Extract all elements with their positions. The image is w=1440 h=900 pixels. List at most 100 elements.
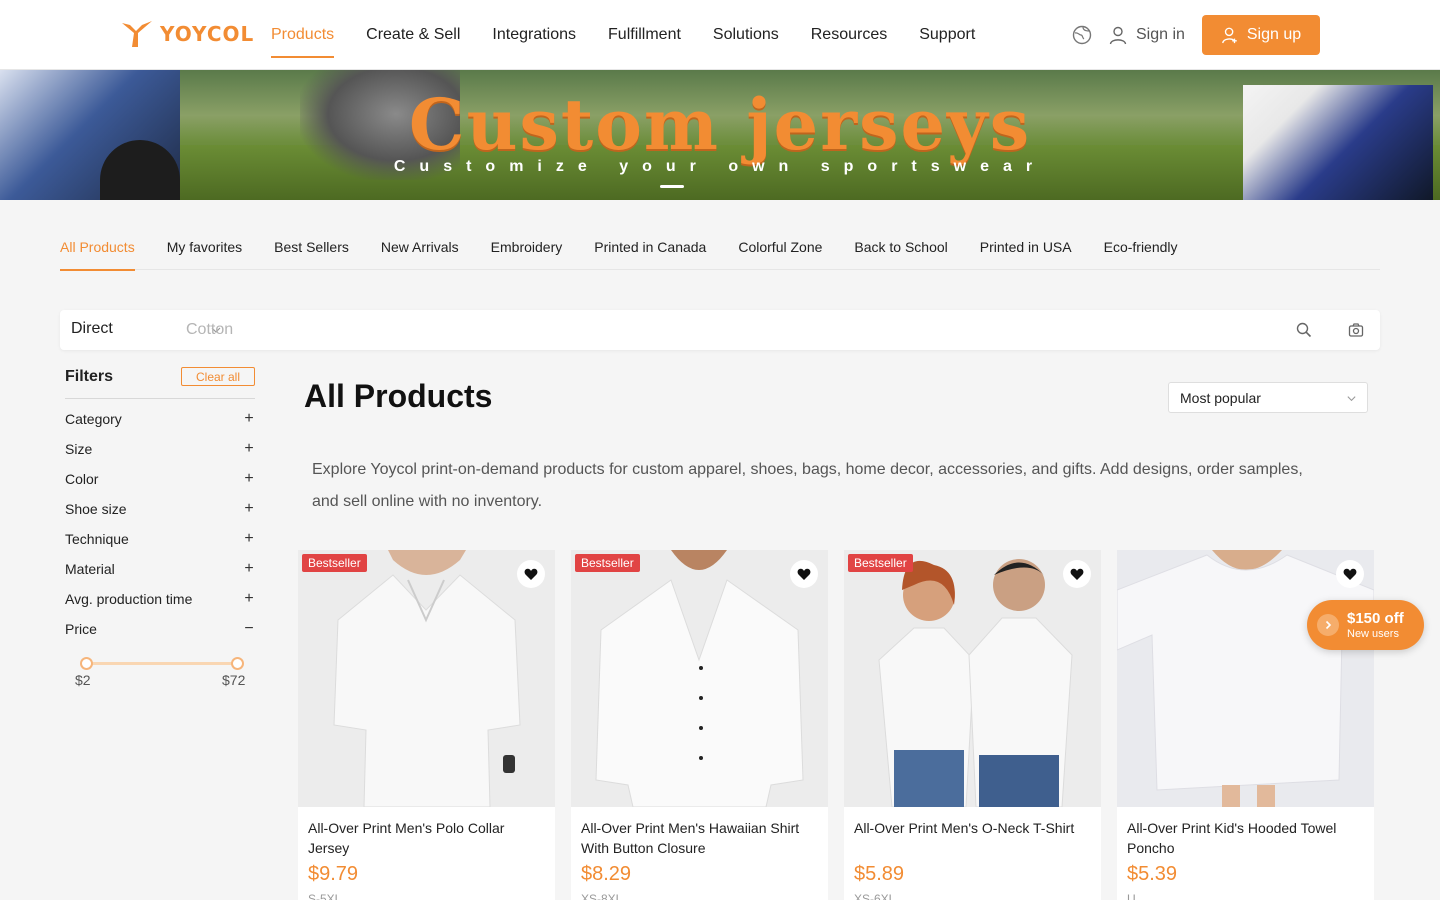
search-bar: Direct bbox=[60, 310, 1380, 350]
tab-embroidery[interactable]: Embroidery bbox=[491, 228, 563, 270]
filter-label: Technique bbox=[65, 531, 129, 547]
favorite-button[interactable] bbox=[1336, 560, 1364, 588]
user-icon bbox=[1109, 26, 1127, 45]
expand-icon: + bbox=[244, 410, 254, 427]
tab-back-to-school[interactable]: Back to School bbox=[854, 228, 947, 270]
tab-best-sellers[interactable]: Best Sellers bbox=[274, 228, 349, 270]
filter-size[interactable]: Size + bbox=[65, 434, 255, 464]
heart-icon bbox=[524, 568, 538, 580]
nav-item-integrations[interactable]: Integrations bbox=[492, 0, 576, 70]
nav-item-fulfillment[interactable]: Fulfillment bbox=[608, 0, 681, 70]
user-plus-icon bbox=[1221, 27, 1237, 44]
towel-poncho-illustration bbox=[1117, 550, 1374, 807]
tab-all-products[interactable]: All Products bbox=[60, 228, 135, 271]
search-mode-select[interactable]: Direct bbox=[71, 320, 113, 338]
banner-subtitle: Customize your own sportswear bbox=[393, 158, 1047, 175]
new-user-promo-button[interactable]: $150 off New users bbox=[1307, 600, 1424, 650]
bestseller-badge: Bestseller bbox=[848, 554, 913, 572]
tab-printed-in-canada[interactable]: Printed in Canada bbox=[594, 228, 706, 270]
nav-item-resources[interactable]: Resources bbox=[811, 0, 887, 70]
carousel-indicator[interactable] bbox=[660, 185, 684, 188]
globe-icon[interactable] bbox=[1072, 25, 1092, 45]
sort-value: Most popular bbox=[1180, 390, 1261, 406]
filters-divider bbox=[65, 398, 255, 399]
product-price: $5.39 bbox=[1127, 863, 1178, 885]
filter-price[interactable]: Price − bbox=[65, 614, 255, 644]
slider-max-handle[interactable] bbox=[231, 657, 244, 670]
product-price: $5.89 bbox=[854, 863, 905, 885]
filter-label: Size bbox=[65, 441, 93, 457]
tab-printed-in-usa[interactable]: Printed in USA bbox=[980, 228, 1072, 270]
product-sizes: U bbox=[1127, 892, 1136, 900]
couple-tshirt-illustration bbox=[844, 550, 1101, 807]
price-range-slider[interactable] bbox=[80, 656, 244, 672]
search-icon[interactable] bbox=[1296, 322, 1312, 338]
brand-logo[interactable]: YOYCOL bbox=[120, 18, 254, 50]
sign-up-label: Sign up bbox=[1246, 26, 1302, 43]
nav-item-products[interactable]: Products bbox=[271, 0, 335, 70]
expand-icon: + bbox=[244, 530, 254, 547]
expand-icon: + bbox=[244, 590, 254, 607]
product-image bbox=[1117, 550, 1374, 807]
favorite-button[interactable] bbox=[517, 560, 545, 588]
nav-item-create-sell[interactable]: Create & Sell bbox=[366, 0, 460, 70]
filter-label: Category bbox=[65, 411, 122, 427]
brand-name: YOYCOL bbox=[160, 22, 255, 46]
product-image bbox=[571, 550, 828, 807]
slider-track bbox=[86, 662, 238, 665]
chevron-right-icon bbox=[1317, 614, 1339, 636]
filter-material[interactable]: Material + bbox=[65, 554, 255, 584]
promo-text: $150 off New users bbox=[1347, 610, 1404, 641]
tab-new-arrivals[interactable]: New Arrivals bbox=[381, 228, 459, 270]
slider-min-handle[interactable] bbox=[80, 657, 93, 670]
product-card[interactable]: Bestseller All-Over Print Men's O-Neck T… bbox=[844, 550, 1101, 900]
camera-icon[interactable] bbox=[1348, 322, 1364, 338]
filter-technique[interactable]: Technique + bbox=[65, 524, 255, 554]
bestseller-badge: Bestseller bbox=[575, 554, 640, 572]
expand-icon: + bbox=[244, 560, 254, 577]
bestseller-badge: Bestseller bbox=[302, 554, 367, 572]
nav-item-solutions[interactable]: Solutions bbox=[713, 0, 779, 70]
product-name: All-Over Print Men's O-Neck T-Shirt bbox=[854, 820, 1075, 836]
sign-in-link[interactable]: Sign in bbox=[1108, 22, 1185, 48]
product-card[interactable]: Bestseller All-Over Print Men's Polo Col… bbox=[298, 550, 555, 900]
tab-my-favorites[interactable]: My favorites bbox=[167, 228, 242, 270]
filter-label: Avg. production time bbox=[65, 591, 193, 607]
product-price: $8.29 bbox=[581, 863, 632, 885]
hawaiian-shirt-illustration bbox=[571, 550, 828, 807]
nav-item-support[interactable]: Support bbox=[919, 0, 975, 70]
filter-production-time[interactable]: Avg. production time + bbox=[65, 584, 255, 614]
filter-label: Shoe size bbox=[65, 501, 127, 517]
filter-label: Color bbox=[65, 471, 99, 487]
tab-eco-friendly[interactable]: Eco-friendly bbox=[1104, 228, 1178, 270]
expand-icon: + bbox=[244, 440, 254, 457]
page-title: All Products bbox=[304, 378, 493, 414]
favorite-button[interactable] bbox=[790, 560, 818, 588]
banner-title: Custom jerseys bbox=[408, 83, 1032, 166]
favorite-button[interactable] bbox=[1063, 560, 1091, 588]
product-card[interactable]: Bestseller All-Over Print Men's Hawaiian… bbox=[571, 550, 828, 900]
filter-list: Category + Size + Color + Shoe size + Techni… bbox=[65, 404, 255, 644]
sign-in-label: Sign in bbox=[1136, 26, 1185, 43]
filter-category[interactable]: Category + bbox=[65, 404, 255, 434]
search-input[interactable] bbox=[186, 316, 1286, 344]
chevron-down-icon bbox=[1347, 396, 1356, 402]
filter-shoe-size[interactable]: Shoe size + bbox=[65, 494, 255, 524]
main-nav: Products Create & Sell Integrations Fulf… bbox=[271, 0, 1007, 70]
heart-icon bbox=[1343, 568, 1357, 580]
filters-title: Filters bbox=[65, 368, 114, 385]
hero-banner[interactable]: Custom jerseys Customize your own sports… bbox=[0, 70, 1440, 200]
filter-color[interactable]: Color + bbox=[65, 464, 255, 494]
sign-up-button[interactable]: Sign up bbox=[1202, 15, 1320, 55]
clear-all-button[interactable]: Clear all bbox=[181, 367, 255, 386]
price-max-label: $72 bbox=[222, 672, 246, 688]
polo-shirt-illustration bbox=[298, 550, 555, 807]
sort-select[interactable]: Most popular bbox=[1168, 382, 1368, 413]
logo-icon bbox=[122, 21, 152, 47]
product-image bbox=[844, 550, 1101, 807]
product-name: All-Over Print Men's Hawaiian Shirt With… bbox=[581, 820, 800, 856]
product-sizes: XS-8XL bbox=[581, 892, 623, 900]
category-tabs: All Products My favorites Best Sellers N… bbox=[60, 228, 1380, 271]
collapse-icon: − bbox=[244, 620, 254, 637]
tab-colorful-zone[interactable]: Colorful Zone bbox=[738, 228, 822, 270]
